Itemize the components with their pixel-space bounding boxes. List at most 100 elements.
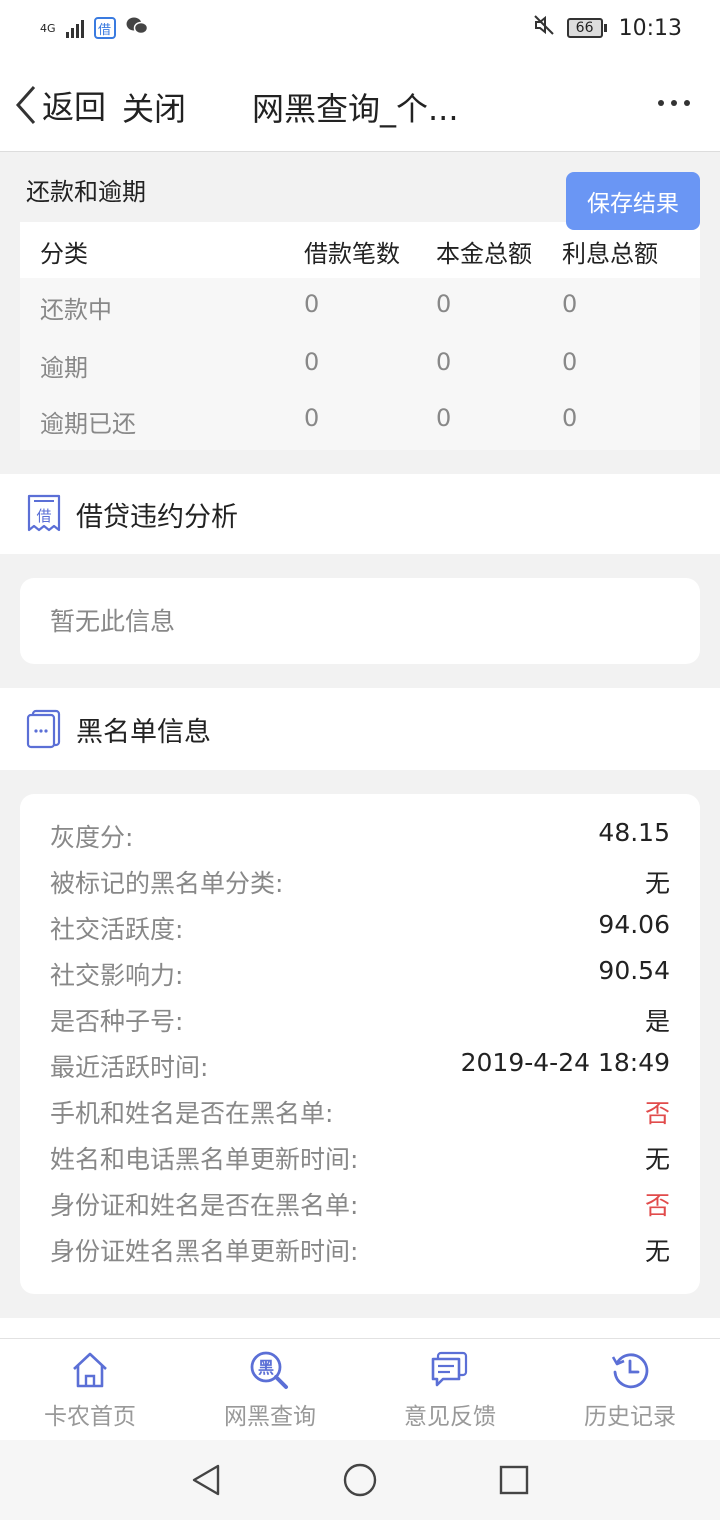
loan-receipt-icon: 借 bbox=[24, 492, 64, 536]
search-black-icon: 黑 bbox=[248, 1349, 292, 1391]
dot-icon bbox=[671, 100, 677, 106]
column-header: 借款笔数 bbox=[304, 240, 400, 268]
info-value-negative: 否 bbox=[644, 1191, 670, 1220]
history-icon bbox=[609, 1349, 651, 1391]
table-row: 逾期已还 0 0 0 bbox=[20, 392, 700, 448]
column-header: 分类 bbox=[40, 240, 88, 268]
app-notification-icon: 借 bbox=[93, 17, 116, 39]
table-row: 逾期 0 0 0 bbox=[20, 336, 700, 392]
system-back-icon[interactable] bbox=[190, 1463, 222, 1497]
home-icon bbox=[69, 1349, 111, 1391]
battery-level: 66 bbox=[566, 18, 603, 38]
tab-history[interactable]: 历史记录 bbox=[540, 1339, 720, 1440]
table-cell: 逾期已还 bbox=[40, 410, 136, 438]
info-value: 是 bbox=[644, 1007, 670, 1036]
table-cell: 0 bbox=[562, 290, 578, 318]
info-row: 被标记的黑名单分类: 无 bbox=[20, 864, 700, 904]
info-label: 是否种子号: bbox=[50, 1007, 184, 1036]
info-value: 48.15 bbox=[598, 818, 670, 847]
default-analysis-header: 借 借贷违约分析 bbox=[0, 474, 720, 554]
signal-icon bbox=[65, 18, 84, 38]
info-label: 姓名和电话黑名单更新时间: bbox=[50, 1145, 359, 1174]
blacklist-title: 黑名单信息 bbox=[76, 716, 211, 748]
table-cell: 还款中 bbox=[40, 296, 112, 324]
column-header: 本金总额 bbox=[436, 240, 532, 268]
network-type: 4G bbox=[40, 21, 56, 35]
info-label: 被标记的黑名单分类: bbox=[50, 869, 284, 898]
blacklist-document-icon bbox=[24, 707, 64, 751]
info-value: 94.06 bbox=[598, 910, 670, 939]
clock: 10:13 bbox=[618, 15, 682, 41]
info-label: 最近活跃时间: bbox=[50, 1053, 209, 1082]
table-row: 还款中 0 0 0 bbox=[20, 278, 700, 334]
tab-blacklist-query[interactable]: 黑 网黑查询 bbox=[180, 1339, 360, 1440]
tab-label: 卡农首页 bbox=[44, 1404, 136, 1430]
info-row: 社交活跃度: 94.06 bbox=[20, 910, 700, 950]
system-nav-bar bbox=[0, 1440, 720, 1520]
back-button[interactable]: 返回 bbox=[14, 82, 106, 128]
mute-icon bbox=[533, 14, 555, 42]
info-label: 身份证姓名黑名单更新时间: bbox=[50, 1237, 359, 1266]
column-header: 利息总额 bbox=[562, 240, 658, 268]
table-cell: 0 bbox=[436, 404, 452, 432]
blacklist-header: 黑名单信息 bbox=[0, 688, 720, 770]
dot-icon bbox=[684, 100, 690, 106]
table-cell: 0 bbox=[562, 348, 578, 376]
next-section-peek bbox=[0, 1318, 720, 1338]
info-value: 无 bbox=[644, 1145, 670, 1174]
feedback-icon bbox=[429, 1349, 471, 1391]
info-row: 最近活跃时间: 2019-4-24 18:49 bbox=[20, 1048, 700, 1088]
info-value: 无 bbox=[644, 869, 670, 898]
dot-icon bbox=[658, 100, 664, 106]
page-title: 网黑查询_个... bbox=[252, 90, 459, 128]
table-header-row: 分类 借款笔数 本金总额 利息总额 bbox=[20, 222, 700, 278]
table-cell: 0 bbox=[562, 404, 578, 432]
back-label: 返回 bbox=[42, 88, 107, 126]
tab-label: 意见反馈 bbox=[404, 1404, 496, 1430]
default-analysis-title: 借贷违约分析 bbox=[76, 501, 238, 533]
search-icon-glyph: 黑 bbox=[258, 1358, 274, 1377]
loan-icon-glyph: 借 bbox=[36, 507, 51, 525]
battery-icon: 66 bbox=[566, 18, 607, 38]
info-row: 手机和姓名是否在黑名单: 否 bbox=[20, 1094, 700, 1134]
info-row: 灰度分: 48.15 bbox=[20, 818, 700, 858]
tab-label: 网黑查询 bbox=[224, 1404, 316, 1430]
table-cell: 0 bbox=[304, 348, 320, 376]
tab-home[interactable]: 卡农首页 bbox=[0, 1339, 180, 1440]
empty-state-text: 暂无此信息 bbox=[50, 607, 176, 636]
table-cell: 0 bbox=[436, 348, 452, 376]
bottom-tab-bar: 卡农首页 黑 网黑查询 意见反馈 历史记录 bbox=[0, 1338, 720, 1440]
info-label: 社交活跃度: bbox=[50, 915, 184, 944]
wechat-icon bbox=[126, 16, 148, 41]
table-cell: 0 bbox=[304, 290, 320, 318]
info-value: 90.54 bbox=[598, 956, 670, 985]
table-cell: 0 bbox=[436, 290, 452, 318]
info-row: 身份证姓名黑名单更新时间: 无 bbox=[20, 1232, 700, 1272]
blacklist-card: 灰度分: 48.15 被标记的黑名单分类: 无 社交活跃度: 94.06 社交影… bbox=[20, 794, 700, 1294]
default-analysis-card: 暂无此信息 bbox=[20, 578, 700, 664]
info-row: 是否种子号: 是 bbox=[20, 1002, 700, 1042]
system-home-icon[interactable] bbox=[342, 1462, 378, 1498]
info-label: 身份证和姓名是否在黑名单: bbox=[50, 1191, 359, 1220]
system-recents-icon[interactable] bbox=[498, 1464, 530, 1496]
save-result-button[interactable]: 保存结果 bbox=[566, 172, 700, 230]
table-cell: 0 bbox=[304, 404, 320, 432]
tab-feedback[interactable]: 意见反馈 bbox=[360, 1339, 540, 1440]
status-bar: 4G 借 66 10:13 bbox=[0, 0, 720, 56]
info-label: 社交影响力: bbox=[50, 961, 184, 990]
info-row: 社交影响力: 90.54 bbox=[20, 956, 700, 996]
info-value: 2019-4-24 18:49 bbox=[460, 1048, 670, 1077]
chevron-left-icon bbox=[15, 86, 36, 124]
info-row: 姓名和电话黑名单更新时间: 无 bbox=[20, 1140, 700, 1180]
table-cell: 逾期 bbox=[40, 354, 88, 382]
close-button[interactable]: 关闭 bbox=[122, 84, 186, 130]
info-label: 手机和姓名是否在黑名单: bbox=[50, 1099, 334, 1128]
info-row: 身份证和姓名是否在黑名单: 否 bbox=[20, 1186, 700, 1226]
nav-bar: 返回 关闭 网黑查询_个... bbox=[0, 56, 720, 152]
info-label: 灰度分: bbox=[50, 823, 134, 852]
repayment-section-title: 还款和逾期 bbox=[26, 178, 146, 206]
info-value: 无 bbox=[644, 1237, 670, 1266]
more-menu-button[interactable] bbox=[658, 100, 690, 106]
repayment-table: 分类 借款笔数 本金总额 利息总额 还款中 0 0 0 逾期 0 0 0 逾期已… bbox=[20, 222, 700, 450]
info-value-negative: 否 bbox=[644, 1099, 670, 1128]
